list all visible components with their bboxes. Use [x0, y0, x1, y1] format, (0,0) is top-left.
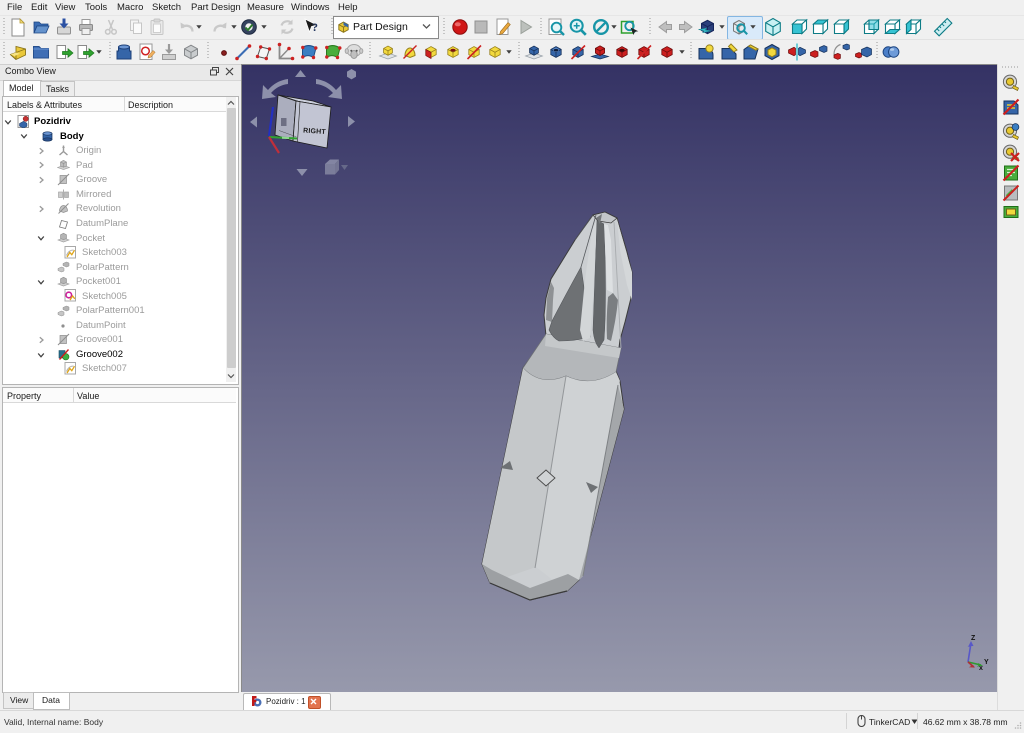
svg-text:Y: Y [984, 659, 989, 666]
svg-text:x: x [979, 665, 983, 672]
svg-text:?: ? [312, 20, 318, 34]
svg-text:Z: Z [971, 635, 976, 642]
